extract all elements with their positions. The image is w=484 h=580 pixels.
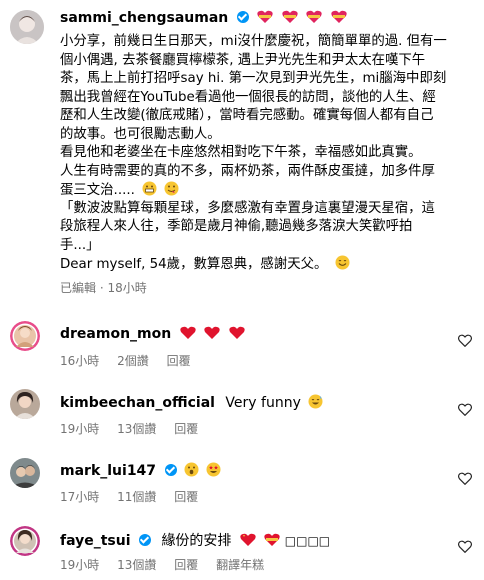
heart-sparkle-emoji-icon bbox=[240, 533, 256, 546]
heart-ribbon-emoji-icon bbox=[281, 10, 298, 23]
avatar-photo bbox=[10, 458, 40, 488]
avatar-photo bbox=[10, 10, 44, 44]
edited-label: 已編輯 bbox=[60, 280, 97, 295]
comment-meta: 19小時 13個讚 回覆 bbox=[60, 420, 212, 437]
comment-likes[interactable]: 11個讚 bbox=[117, 490, 156, 504]
comment-username[interactable]: faye_tsui bbox=[60, 533, 131, 549]
red-heart-emoji-icon bbox=[204, 326, 220, 339]
comment-line: dreamon_mon bbox=[60, 326, 245, 342]
caption-text: 小分享，前幾日生日那天，mi沒什麼慶祝，簡簡單單的過. 但有一 個小偶遇, 去茶… bbox=[60, 33, 460, 297]
reply-button[interactable]: 回覆 bbox=[174, 422, 198, 436]
heart-ribbon-emoji-icon bbox=[264, 533, 281, 546]
avatar-photo bbox=[10, 321, 40, 351]
comment-likes[interactable]: 2個讚 bbox=[117, 354, 149, 368]
caption-line: 人生有時需要的真的不多，兩杯奶茶，兩件酥皮蛋撻，加多件厚 bbox=[60, 163, 435, 179]
comment-username[interactable]: kimbeechan_official bbox=[60, 395, 215, 411]
caption-line: 段旅程人來人往，季節是歲月神偷,聽過幾多落淚大笑歡呼拍 bbox=[60, 219, 413, 234]
comment-line: kimbeechan_official Very funny bbox=[60, 394, 323, 411]
comment-time[interactable]: 16小時 bbox=[60, 354, 99, 368]
caption-line: 「數波波點算每顆星球，多麼感激有幸置身這裏望漫天星宿，這 bbox=[60, 200, 435, 216]
heart-ribbon-emoji-icon bbox=[257, 10, 273, 23]
grin-sweat-emoji-icon bbox=[308, 394, 323, 409]
comment-likes[interactable]: 13個讚 bbox=[117, 558, 156, 572]
comment-time[interactable]: 19小時 bbox=[60, 558, 99, 572]
red-heart-emoji-icon bbox=[180, 326, 196, 339]
comment-text: 緣份的安排 bbox=[161, 533, 232, 549]
comment-line: faye_tsui 緣份的安排 □□□□ bbox=[60, 530, 330, 550]
translate-button[interactable]: 翻譯年糕 bbox=[216, 558, 264, 572]
comment-meta: 17小時 11個讚 回覆 bbox=[60, 488, 212, 505]
star-struck-emoji-icon bbox=[206, 462, 221, 477]
caption-line: Dear myself, 54歲，數算恩典，感謝天父。 bbox=[60, 257, 328, 272]
yum-emoji-icon bbox=[164, 181, 179, 196]
caption-line: 歷和人生改變(徹底戒賭），當時看完感動。確實每個人都有自己 bbox=[60, 108, 434, 123]
comment-username[interactable]: mark_lui147 bbox=[60, 463, 156, 479]
caption-meta: 已編輯 · 18小時 bbox=[60, 280, 147, 295]
comment-avatar[interactable] bbox=[10, 321, 40, 351]
verified-badge-icon bbox=[236, 11, 249, 23]
heart-ribbon-emoji-icon bbox=[306, 10, 322, 23]
caption-line-with-emoji: Dear myself, 54歲，數算恩典，感謝天父。 bbox=[60, 255, 460, 274]
comment-trailing-glyphs: □□□□ bbox=[284, 534, 331, 548]
caption-line: 飄出我曾經在YouTube看過他一個很長的訪問，談他的人生、經 bbox=[60, 89, 436, 105]
comment-username[interactable]: dreamon_mon bbox=[60, 326, 171, 342]
caption-line: 看見他和老婆坐在卡座悠然相對吃下午茶，幸福感如此真實。 bbox=[60, 145, 422, 160]
caption-line-with-emoji: 蛋三文治..... bbox=[60, 181, 460, 200]
caption-line: 的故事。也可很勵志動人。 bbox=[60, 126, 221, 142]
like-heart-icon[interactable] bbox=[458, 540, 472, 553]
comment-meta: 19小時 13個讚 回覆 翻譯年糕 bbox=[60, 556, 278, 573]
grimace-emoji-icon bbox=[142, 181, 157, 196]
like-heart-icon[interactable] bbox=[458, 472, 472, 485]
avatar-photo bbox=[10, 389, 40, 419]
reply-button[interactable]: 回覆 bbox=[167, 354, 191, 368]
heart-ribbon-emoji-icon bbox=[330, 10, 347, 23]
comment-likes[interactable]: 13個讚 bbox=[117, 422, 156, 436]
caption-username[interactable]: sammi_chengsauman bbox=[60, 10, 228, 26]
caption-line: 小分享，前幾日生日那天，mi沒什麼慶祝，簡簡單單的過. 但有一 bbox=[60, 34, 447, 49]
caption-time[interactable]: 18小時 bbox=[107, 281, 146, 295]
avatar-photo bbox=[10, 526, 40, 556]
verified-badge-icon bbox=[164, 464, 177, 476]
smile-emoji-icon bbox=[335, 255, 350, 270]
caption-line: 手...」 bbox=[60, 237, 100, 253]
verified-badge-icon bbox=[138, 534, 151, 546]
comment-avatar[interactable] bbox=[10, 389, 40, 419]
caption-line: 蛋三文治..... bbox=[60, 183, 135, 198]
comment-line: mark_lui147 bbox=[60, 462, 221, 479]
caption-avatar[interactable] bbox=[10, 10, 44, 44]
comment-avatar[interactable] bbox=[10, 526, 40, 556]
like-heart-icon[interactable] bbox=[458, 334, 472, 347]
like-heart-icon[interactable] bbox=[458, 403, 472, 416]
comment-meta: 16小時 2個讚 回覆 bbox=[60, 352, 205, 369]
caption-line: 個小偶遇, 去茶餐廳買檸檬茶, 遇上尹光先生和尹太太在嘆下午 bbox=[60, 52, 426, 68]
reply-button[interactable]: 回覆 bbox=[174, 490, 198, 504]
comment-text: Very funny bbox=[225, 395, 301, 411]
reply-button[interactable]: 回覆 bbox=[174, 558, 198, 572]
red-heart-emoji-icon bbox=[228, 326, 245, 339]
surprised-emoji-icon bbox=[184, 462, 199, 477]
comment-time[interactable]: 17小時 bbox=[60, 490, 99, 504]
comment-time[interactable]: 19小時 bbox=[60, 422, 99, 436]
caption-line: 茶，馬上上前打招呼say hi. 第一次見到尹光先生，mi腦海中即刻 bbox=[60, 71, 447, 86]
caption-header: sammi_chengsauman bbox=[60, 10, 347, 26]
comment-avatar[interactable] bbox=[10, 458, 40, 488]
